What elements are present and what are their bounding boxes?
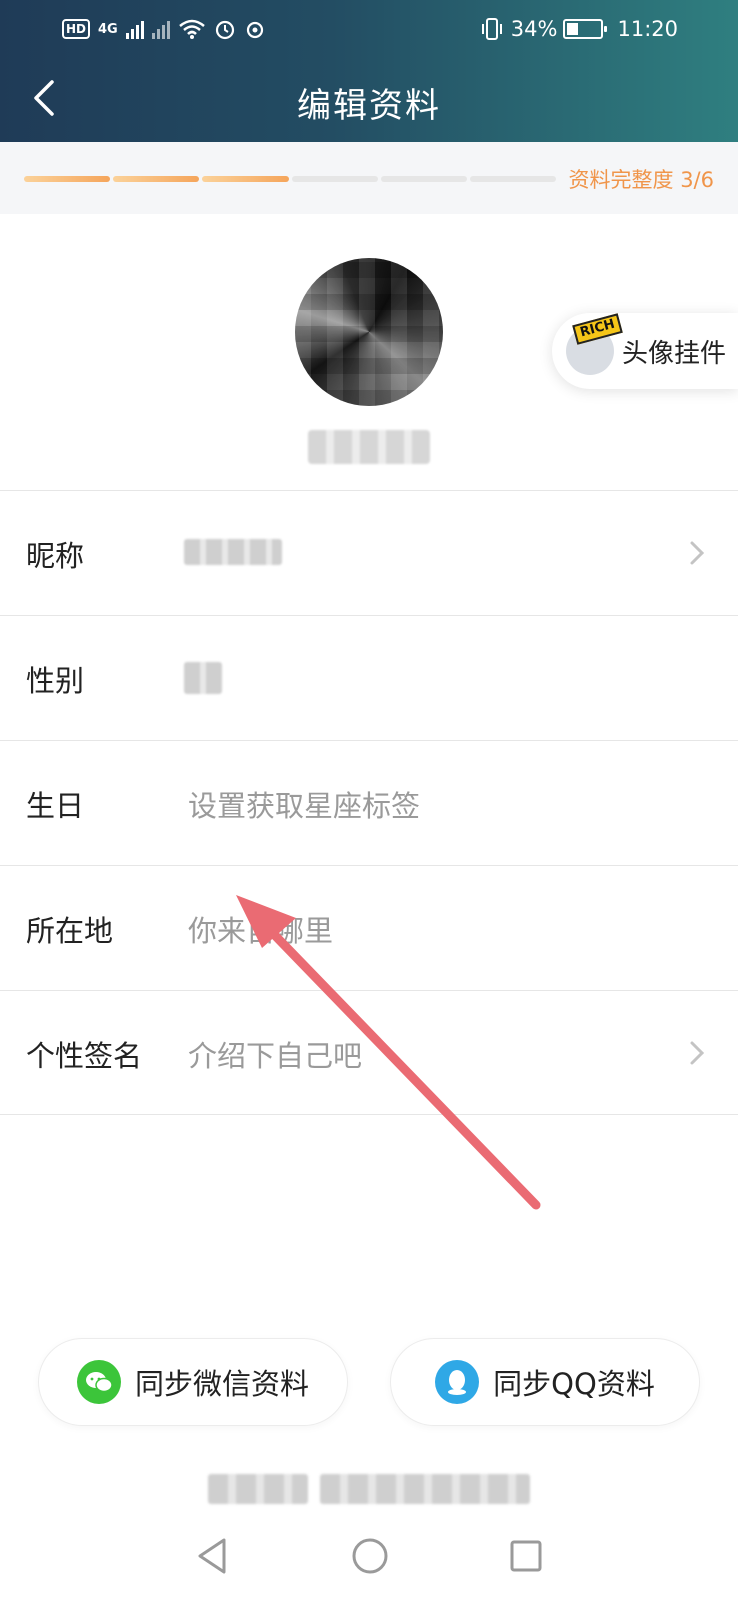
- row-gender[interactable]: 性别: [0, 616, 738, 740]
- row-label: 昵称: [26, 539, 85, 573]
- completion-text: 资料完整度 3/6: [568, 168, 714, 192]
- system-nav-bar: [0, 1520, 738, 1600]
- sync-wechat-button[interactable]: 同步微信资料: [38, 1338, 348, 1426]
- blurred-footer-text: [208, 1474, 308, 1504]
- row-nickname[interactable]: 昵称: [0, 491, 738, 615]
- row-label: 生日: [26, 789, 85, 823]
- progress-segment: [380, 176, 467, 182]
- blurred-footer-text: [320, 1474, 530, 1504]
- progress-segment: [469, 176, 557, 182]
- page-title: 编辑资料: [297, 86, 441, 126]
- avatar[interactable]: [295, 258, 443, 406]
- blurred-username: [308, 430, 430, 464]
- row-location[interactable]: 所在地 你来自哪里: [0, 866, 738, 990]
- progress-segment: [113, 176, 200, 182]
- wifi-icon: [178, 19, 205, 39]
- blurred-gender: [184, 662, 222, 694]
- row-birthday[interactable]: 生日 设置获取星座标签: [0, 741, 738, 865]
- avatar-pendant-button[interactable]: RICH 头像挂件: [552, 313, 738, 389]
- battery-fill: [567, 23, 579, 35]
- divider: [0, 1114, 738, 1115]
- signal-icon-secondary: [151, 19, 170, 39]
- progress-segments: [24, 176, 557, 182]
- row-signature[interactable]: 个性签名 介绍下自己吧: [0, 991, 738, 1115]
- hd-icon: HD: [62, 19, 91, 39]
- wechat-icon: [76, 1360, 121, 1404]
- square-recent-icon[interactable]: [508, 1538, 544, 1574]
- qq-penguin-icon: [435, 1360, 480, 1404]
- row-label: 所在地: [26, 914, 114, 948]
- progress-segment: [24, 176, 111, 182]
- sync-qq-label: 同步QQ资料: [493, 1367, 655, 1401]
- triangle-back-icon[interactable]: [194, 1536, 230, 1576]
- row-value: 介绍下自己吧: [188, 1039, 363, 1073]
- pendant-label: 头像挂件: [622, 339, 727, 369]
- circle-home-icon[interactable]: [350, 1536, 390, 1576]
- signal-icon: [125, 19, 144, 39]
- sync-qq-button[interactable]: 同步QQ资料: [390, 1338, 700, 1426]
- sync-wechat-label: 同步微信资料: [134, 1367, 309, 1401]
- blurred-nickname: [184, 539, 282, 565]
- progress-segment: [291, 176, 378, 182]
- row-label: 性别: [26, 664, 85, 698]
- vibrate-icon: [481, 18, 502, 40]
- row-value: 设置获取星座标签: [188, 789, 421, 823]
- profile-completion-bar: 资料完整度 3/6: [0, 142, 738, 214]
- sync-status-icon: [246, 21, 263, 39]
- alarm-icon: [215, 20, 234, 40]
- chevron-right-icon: [690, 1041, 705, 1065]
- battery-icon: [563, 19, 608, 39]
- network-type: 4G: [98, 21, 118, 37]
- row-value: 你来自哪里: [188, 914, 334, 948]
- chevron-right-icon: [690, 541, 705, 565]
- app-header: HD 4G 34% 11:20 编辑资料: [0, 0, 738, 142]
- clock: 11:20: [617, 17, 678, 41]
- row-label: 个性签名: [26, 1039, 143, 1073]
- status-bar: HD 4G 34% 11:20: [0, 14, 738, 44]
- progress-segment: [202, 176, 289, 182]
- battery-percent: 34%: [510, 17, 558, 41]
